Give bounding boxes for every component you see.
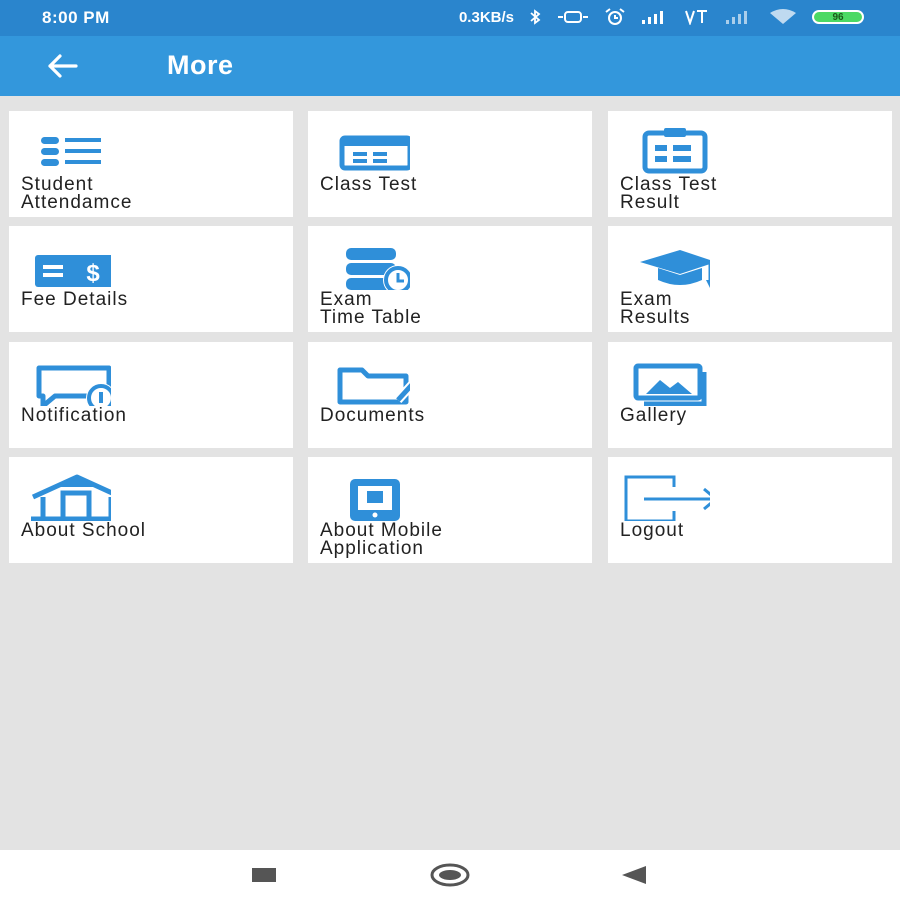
tablet-icon	[350, 479, 400, 521]
menu-item-fee-details[interactable]: $ Fee Details	[9, 226, 293, 332]
logout-icon	[624, 475, 710, 521]
menu-item-exam-results[interactable]: Exam Results	[608, 226, 892, 332]
system-nav-bar	[0, 850, 900, 900]
menu-item-class-test-result[interactable]: Class Test Result	[608, 111, 892, 217]
menu-item-label: About Mobile Application	[320, 520, 443, 559]
school-icon	[31, 474, 111, 521]
message-alert-icon	[36, 365, 111, 406]
menu-item-label: Notification	[21, 405, 127, 426]
menu-item-about-mobile-application[interactable]: About Mobile Application	[308, 457, 592, 563]
menu-item-gallery[interactable]: Gallery	[608, 342, 892, 448]
menu-item-label: Gallery	[620, 405, 688, 426]
menu-item-exam-time-table[interactable]: Exam Time Table	[308, 226, 592, 332]
menu-item-logout[interactable]: Logout	[608, 457, 892, 563]
list-icon	[41, 137, 101, 166]
image-gallery-icon	[633, 363, 707, 406]
database-clock-icon	[346, 248, 410, 290]
menu-item-notification[interactable]: Notification	[9, 342, 293, 448]
menu-item-label: Fee Details	[21, 289, 129, 310]
folder-edit-icon	[337, 367, 410, 405]
menu-item-label: Documents	[320, 405, 426, 426]
menu-item-label: Student Attendamce	[21, 174, 133, 213]
menu-grid: Student Attendamce Class Test Class Test…	[0, 0, 900, 900]
graduation-cap-icon	[640, 250, 710, 288]
menu-item-about-school[interactable]: About School	[9, 457, 293, 563]
back-icon	[622, 866, 646, 884]
recents-button[interactable]	[244, 862, 284, 888]
nav-back-button[interactable]	[616, 862, 656, 888]
calendar-card-icon	[339, 135, 410, 171]
svg-text:$: $	[86, 260, 100, 287]
clipboard-icon	[642, 128, 708, 174]
menu-item-label: Class Test	[320, 174, 418, 195]
menu-item-label: About School	[21, 520, 147, 541]
menu-item-class-test[interactable]: Class Test	[308, 111, 592, 217]
recents-icon	[252, 868, 276, 882]
home-icon	[430, 863, 470, 887]
menu-item-student-attendance[interactable]: Student Attendamce	[9, 111, 293, 217]
money-icon: $	[35, 255, 111, 287]
menu-item-label: Exam Time Table	[320, 289, 422, 328]
menu-item-label: Logout	[620, 520, 685, 541]
menu-item-label: Class Test Result	[620, 174, 718, 213]
menu-item-documents[interactable]: Documents	[308, 342, 592, 448]
home-button[interactable]	[430, 862, 470, 888]
menu-item-label: Exam Results	[620, 289, 691, 328]
